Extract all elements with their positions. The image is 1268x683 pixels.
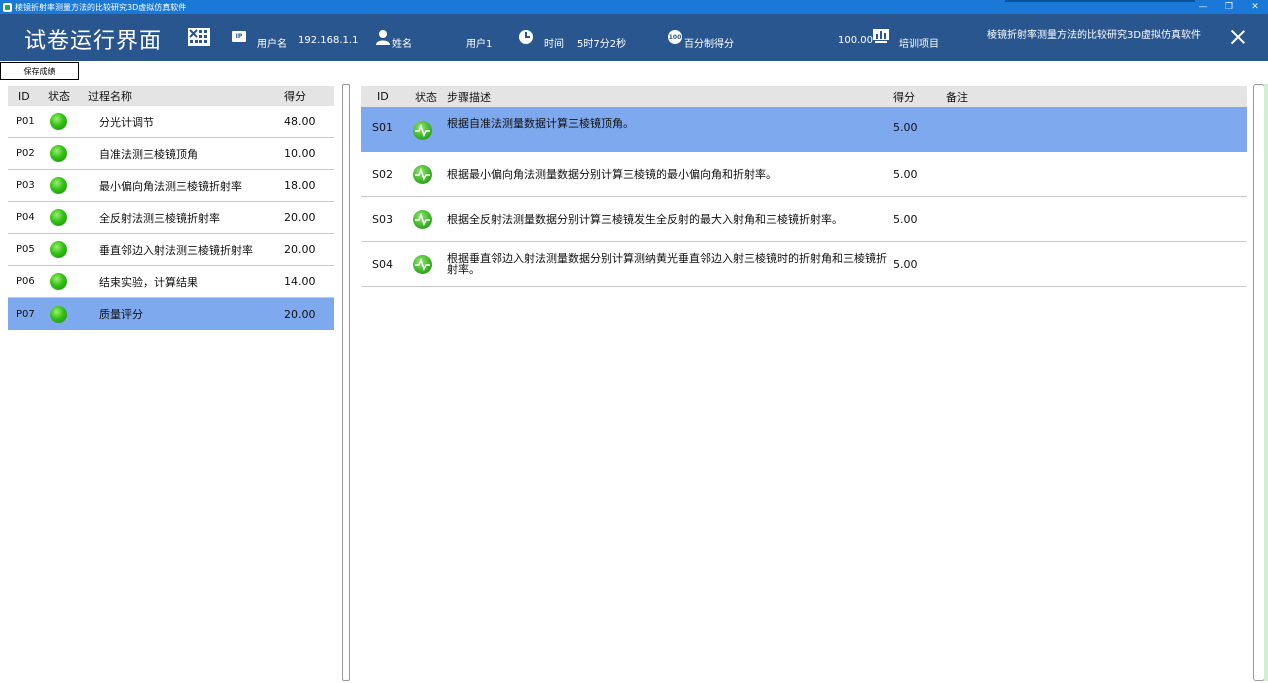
status-green-icon [50,305,67,323]
table-row[interactable]: S04 根据垂直邻边入射法测量数据分别计算测纳黄光垂直邻边入射三棱镜时的折射角和… [361,242,1247,287]
row-name: 最小偏向角法测三棱镜折射率 [99,179,242,193]
page-title: 试卷运行界面 [24,29,163,54]
row-name: 质量评分 [99,308,143,321]
row-id: S01 [372,121,393,134]
header-state: 状态 [48,90,70,103]
restore-button[interactable]: ❐ [1216,0,1242,14]
row-score: 5.00 [893,121,918,134]
status-green-icon [50,177,67,194]
score-value: 100.00 [838,35,873,46]
row-id: P01 [16,116,35,127]
score-label: 百分制得分 [684,39,734,50]
row-id: P05 [16,244,35,255]
header-state: 状态 [415,90,437,104]
table-row[interactable]: P01 分光计调节 48.00 [8,106,334,138]
row-score: 5.00 [893,167,918,181]
row-desc: 根据最小偏向角法测量数据分别计算三棱镜的最小偏向角和折射率。 [447,167,777,181]
ip-value: 192.168.1.1 [298,35,359,46]
status-green-icon [50,113,67,130]
row-id: P04 [16,212,35,223]
right-edge-strip [1264,84,1268,681]
row-desc: 根据自准法测量数据计算三棱镜顶角。 [447,117,634,130]
row-id: P06 [16,276,35,287]
row-id: P07 [16,308,35,320]
table-row[interactable]: S03 根据全反射法测量数据分别计算三棱镜发生全反射的最大入射角和三棱镜折射率。… [361,197,1247,242]
window-close-button[interactable]: ✕ [1242,0,1268,14]
status-green-icon [50,273,67,290]
step-table: ID 状态 步骤描述 得分 备注 S01 根据自准法测量数据计算三棱镜顶角。 5… [361,86,1247,287]
row-name: 垂直邻边入射法测三棱镜折射率 [99,243,253,257]
row-name: 自准法测三棱镜顶角 [99,147,198,161]
row-id: S02 [372,167,393,181]
window-title-bar: 棱镜折射率测量方法的比较研究3D虚拟仿真软件 — ❐ ✕ [0,0,1268,14]
close-icon[interactable] [1228,27,1248,47]
time-value: 5时7分2秒 [577,39,627,50]
row-id: P03 [16,180,35,191]
table-row[interactable]: P04 全反射法测三棱镜折射率 20.00 [8,202,334,234]
header-id: ID [18,89,30,103]
table-row[interactable]: P06 结束实验，计算结果 14.00 [8,266,334,298]
user-value: 用户1 [466,39,493,50]
time-label: 时间 [544,39,564,50]
header-step-desc: 步骤描述 [447,90,491,104]
status-green-icon [50,241,67,258]
row-score: 18.00 [284,179,316,192]
minimize-button[interactable]: — [1190,0,1216,14]
status-green-icon [50,209,67,226]
user-icon [376,29,390,45]
score-100-icon: 100 [668,30,682,44]
row-score: 5.00 [893,257,918,271]
app-icon [3,2,12,12]
ip-icon: IP [232,31,246,42]
row-score: 5.00 [893,212,918,226]
row-score: 14.00 [284,275,316,288]
training-label: 培训项目 [899,39,939,50]
table-row-selected[interactable]: S01 根据自准法测量数据计算三棱镜顶角。 5.00 [361,107,1247,152]
table-row[interactable]: S02 根据最小偏向角法测量数据分别计算三棱镜的最小偏向角和折射率。 5.00 [361,152,1247,197]
row-score: 20.00 [284,211,316,224]
row-score: 20.00 [284,307,316,321]
clock-icon [519,30,533,44]
window-title: 棱镜折射率测量方法的比较研究3D虚拟仿真软件 [15,2,187,12]
save-score-button[interactable]: 保存成绩 [0,62,79,80]
row-score: 48.00 [284,115,316,128]
row-desc: 根据全反射法测量数据分别计算三棱镜发生全反射的最大入射角和三棱镜折射率。 [447,212,843,226]
status-pulse-icon [413,121,432,140]
row-name: 全反射法测三棱镜折射率 [99,211,220,225]
row-name: 结束实验，计算结果 [99,275,198,289]
table-row[interactable]: P02 自准法测三棱镜顶角 10.00 [8,138,334,170]
header-process-name: 过程名称 [88,90,132,103]
status-pulse-icon [413,254,432,274]
header-bar: 试卷运行界面 IP 用户名 192.168.1.1 姓名 用户1 时间 5时7分… [0,14,1268,61]
status-pulse-icon [413,164,432,184]
status-pulse-icon [413,209,432,229]
table-row[interactable]: P03 最小偏向角法测三棱镜折射率 18.00 [8,170,334,202]
header-note: 备注 [946,90,968,104]
row-id: S03 [372,212,393,226]
row-score: 10.00 [284,147,316,160]
table-row-selected[interactable]: P07 质量评分 20.00 [8,298,334,330]
left-scrollbar[interactable] [342,84,350,681]
row-name: 分光计调节 [99,115,154,129]
row-score: 20.00 [284,243,316,256]
process-table-header: ID 状态 过程名称 得分 [8,86,334,106]
table-row[interactable]: P05 垂直邻边入射法测三棱镜折射率 20.00 [8,234,334,266]
project-value: 棱镜折射率测量方法的比较研究3D虚拟仿真软件 [987,30,1202,41]
exam-grid-icon [187,27,211,47]
process-table: ID 状态 过程名称 得分 P01 分光计调节 48.00 P02 自准法测三棱… [8,86,334,330]
header-id: ID [377,90,389,103]
row-id: S04 [372,257,393,271]
ip-label: 用户名 [257,39,287,50]
title-accent-bar [1005,0,1195,2]
bar-chart-icon [873,29,889,43]
status-green-icon [50,145,67,162]
header-score: 得分 [284,90,306,103]
header-score: 得分 [893,90,915,104]
name-label: 姓名 [392,39,412,50]
row-desc: 根据垂直邻边入射法测量数据分别计算测纳黄光垂直邻边入射三棱镜时的折射角和三棱镜折… [447,252,887,276]
row-id: P02 [16,148,35,159]
step-table-header: ID 状态 步骤描述 得分 备注 [361,86,1247,107]
